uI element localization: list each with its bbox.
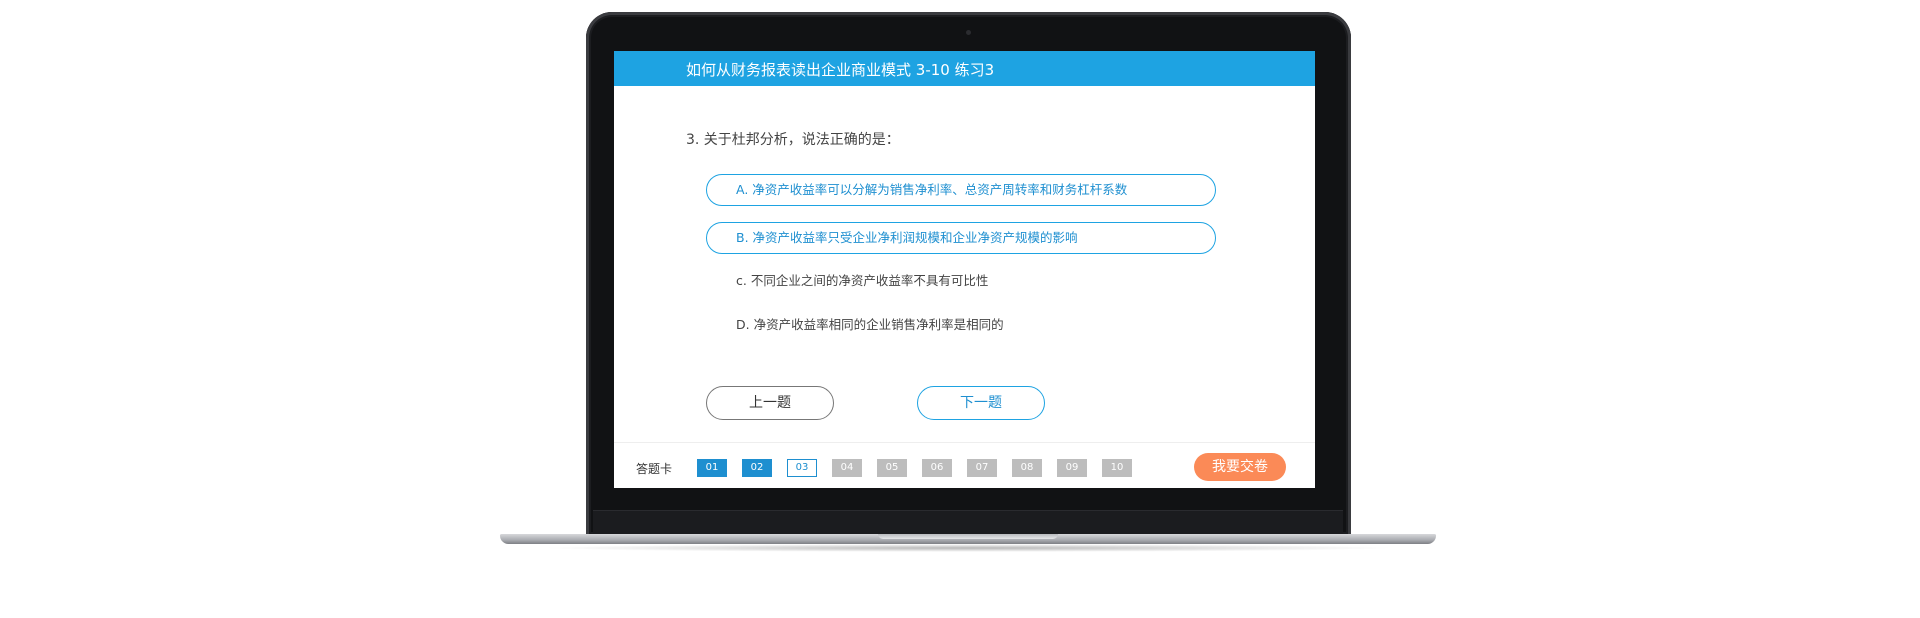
answer-card-item-04[interactable]: 04	[832, 459, 862, 477]
answer-card-label: 答题卡	[636, 462, 673, 476]
quiz-screen: 如何从财务报表读出企业商业模式 3-10 练习3 3. 关于杜邦分析，说法正确的…	[614, 51, 1315, 488]
option-b[interactable]: B. 净资产收益率只受企业净利润规模和企业净资产规模的影响	[706, 222, 1216, 254]
laptop-base	[500, 534, 1436, 544]
laptop-mockup: 如何从财务报表读出企业商业模式 3-10 练习3 3. 关于杜邦分析，说法正确的…	[0, 0, 1920, 618]
option-d[interactable]: D. 净资产收益率相同的企业销售净利率是相同的	[706, 309, 1216, 341]
next-question-button[interactable]: 下一题	[917, 386, 1045, 420]
laptop-base-notch	[878, 534, 1058, 539]
option-c[interactable]: c. 不同企业之间的净资产收益率不具有可比性	[706, 265, 1216, 297]
laptop-bezel-bottom	[593, 510, 1343, 535]
answer-card-item-02[interactable]: 02	[742, 459, 772, 477]
camera-dot	[966, 30, 971, 35]
question-text: 3. 关于杜邦分析，说法正确的是：	[686, 132, 900, 148]
answer-card-item-08[interactable]: 08	[1012, 459, 1042, 477]
answer-card-item-09[interactable]: 09	[1057, 459, 1087, 477]
page-title: 如何从财务报表读出企业商业模式 3-10 练习3	[686, 61, 995, 79]
prev-question-button[interactable]: 上一题	[706, 386, 834, 420]
laptop-shadow	[540, 544, 1396, 552]
title-bar: 如何从财务报表读出企业商业模式 3-10 练习3	[614, 51, 1315, 86]
submit-exam-button[interactable]: 我要交卷	[1194, 453, 1286, 481]
footer-divider	[614, 442, 1315, 443]
answer-card-item-03[interactable]: 03	[787, 459, 817, 477]
answer-card-item-06[interactable]: 06	[922, 459, 952, 477]
answer-card-item-05[interactable]: 05	[877, 459, 907, 477]
answer-card-item-07[interactable]: 07	[967, 459, 997, 477]
answer-card-item-01[interactable]: 01	[697, 459, 727, 477]
option-a[interactable]: A. 净资产收益率可以分解为销售净利率、总资产周转率和财务杠杆系数	[706, 174, 1216, 206]
answer-card-item-10[interactable]: 10	[1102, 459, 1132, 477]
